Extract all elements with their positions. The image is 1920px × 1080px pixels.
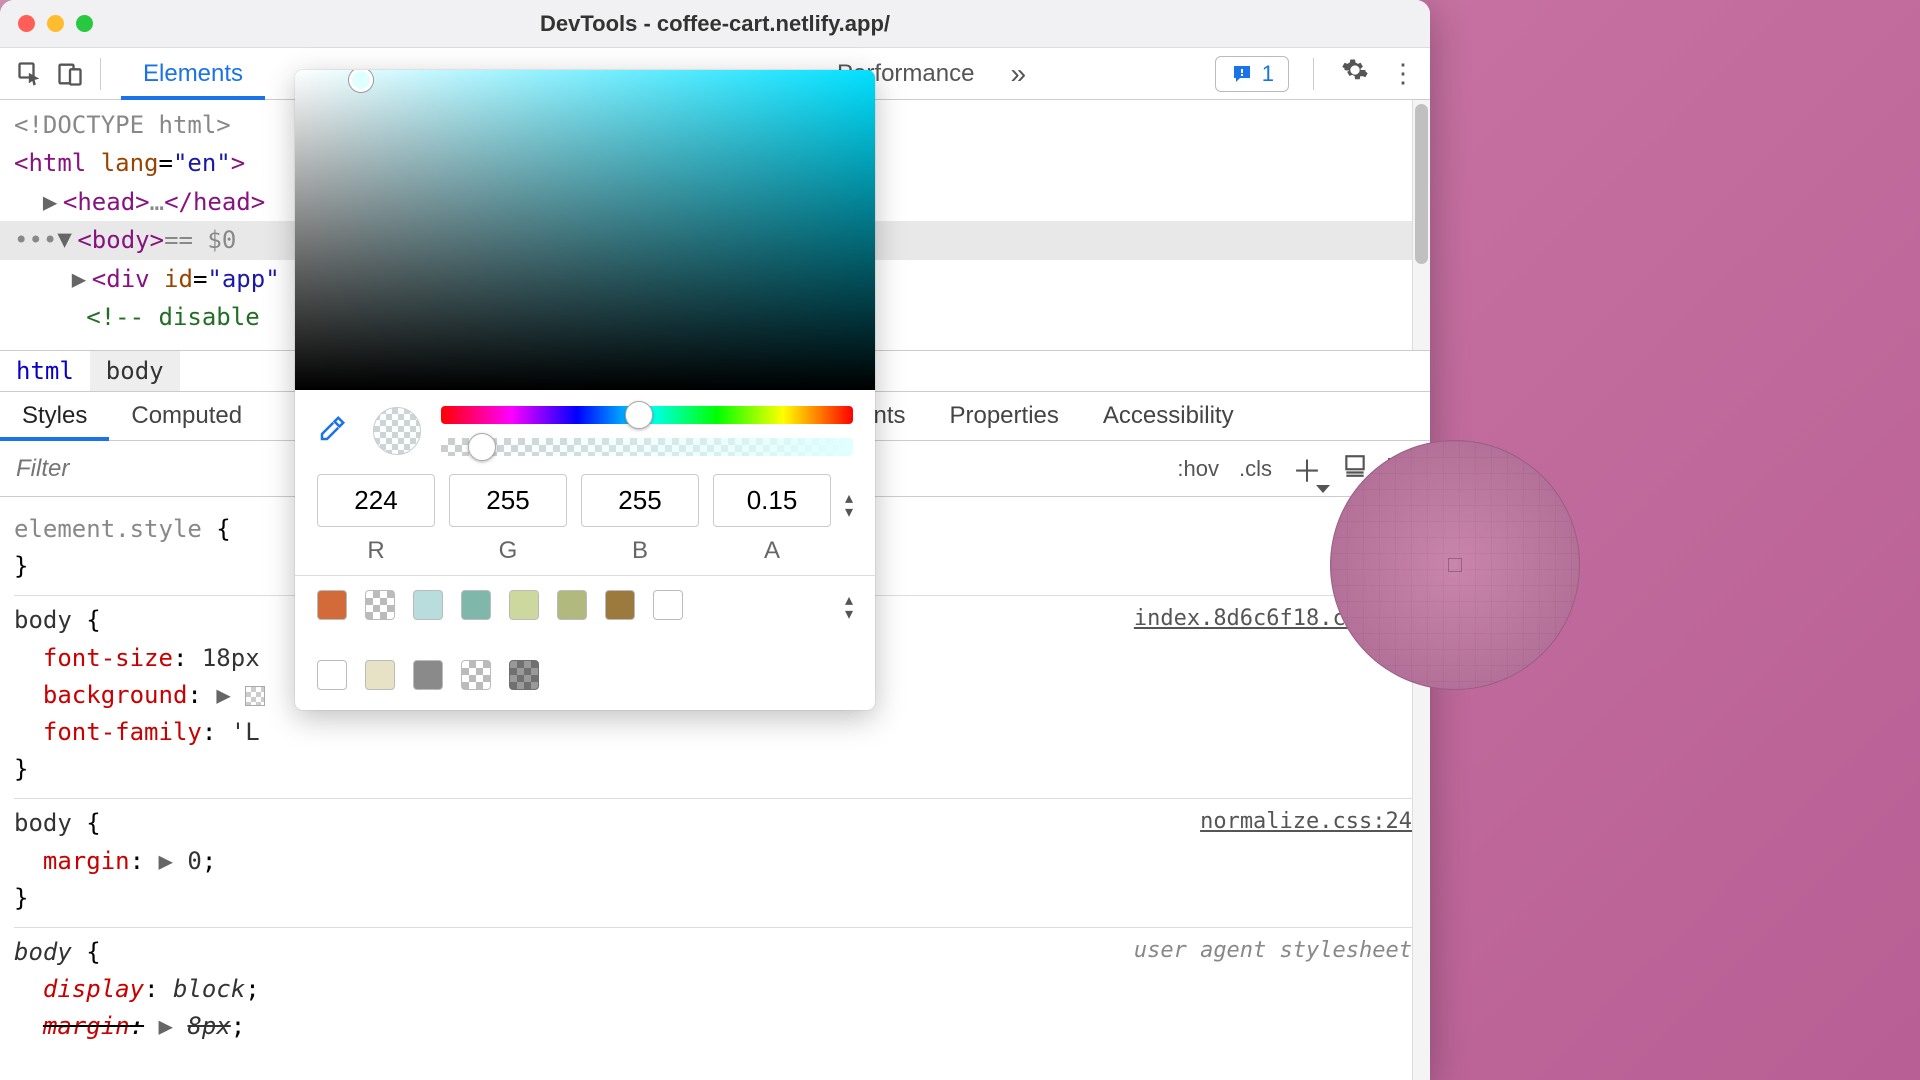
device-toolbar-icon[interactable] [50, 54, 90, 94]
g-label: G [449, 537, 567, 565]
window-controls [18, 15, 93, 32]
b-input[interactable] [581, 474, 699, 527]
swatch[interactable] [413, 590, 443, 620]
window-title: DevTools - coffee-cart.netlify.app/ [0, 11, 1430, 37]
swatch[interactable] [509, 660, 539, 690]
swatch[interactable] [317, 660, 347, 690]
swatch[interactable] [365, 590, 395, 620]
sv-handle[interactable] [349, 70, 373, 92]
more-options-icon[interactable]: ⋮ [1386, 58, 1420, 89]
cls-button[interactable]: .cls [1239, 456, 1272, 482]
source-link[interactable]: normalize.css:24 [1200, 805, 1412, 839]
rule-body-normalize[interactable]: normalize.css:24 body { margin: ▶ 0; } [14, 799, 1426, 928]
close-window-button[interactable] [18, 15, 35, 32]
more-tabs-button[interactable]: » [996, 48, 1040, 99]
swatch[interactable] [653, 590, 683, 620]
a-input[interactable] [713, 474, 831, 527]
r-input[interactable] [317, 474, 435, 527]
color-picker: R G B A ▴▾ [295, 70, 875, 710]
magnifier-crosshair [1448, 558, 1462, 572]
issues-button[interactable]: 1 [1215, 56, 1289, 92]
minimize-window-button[interactable] [47, 15, 64, 32]
toolbar-right: 1 ⋮ [1215, 56, 1420, 92]
swatch[interactable] [461, 590, 491, 620]
swatch[interactable] [557, 590, 587, 620]
alpha-slider[interactable] [441, 438, 853, 456]
g-input[interactable] [449, 474, 567, 527]
swatch[interactable] [365, 660, 395, 690]
breadcrumb-body[interactable]: body [90, 351, 180, 391]
b-label: B [581, 537, 699, 565]
color-mode-toggle[interactable]: ▴▾ [845, 474, 853, 522]
new-style-rule-button[interactable]: ＋ [1292, 447, 1322, 491]
separator [1313, 58, 1314, 90]
swatch[interactable] [509, 590, 539, 620]
swatch[interactable] [317, 590, 347, 620]
swatch[interactable] [461, 660, 491, 690]
a-label: A [713, 537, 831, 565]
eyedropper-icon[interactable] [317, 414, 353, 449]
settings-icon[interactable] [1338, 56, 1372, 91]
subtab-styles[interactable]: Styles [0, 392, 109, 440]
source-ua: user agent stylesheet [1134, 934, 1412, 968]
subtab-accessibility[interactable]: Accessibility [1081, 392, 1256, 440]
separator [100, 58, 101, 90]
color-preview-swatch [373, 407, 421, 455]
subtab-properties[interactable]: Properties [927, 392, 1080, 440]
inspect-element-icon[interactable] [10, 54, 50, 94]
maximize-window-button[interactable] [76, 15, 93, 32]
titlebar: DevTools - coffee-cart.netlify.app/ [0, 0, 1430, 48]
hue-handle[interactable] [625, 401, 653, 429]
dom-scrollbar[interactable] [1412, 100, 1430, 350]
tab-elements[interactable]: Elements [121, 48, 265, 99]
breadcrumb-html[interactable]: html [0, 351, 90, 391]
rule-body-ua[interactable]: user agent stylesheet body { display: bl… [14, 928, 1426, 1056]
color-swatch-icon[interactable] [245, 686, 265, 706]
palette-swatches: ▴▾ [295, 575, 875, 710]
swatch[interactable] [605, 590, 635, 620]
subtab-computed[interactable]: Computed [109, 392, 264, 440]
swatch[interactable] [413, 660, 443, 690]
eyedropper-magnifier[interactable] [1330, 440, 1580, 690]
hue-slider[interactable] [441, 406, 853, 424]
alpha-handle[interactable] [468, 433, 496, 461]
devtools-window: DevTools - coffee-cart.netlify.app/ Elem… [0, 0, 1430, 1080]
issues-count: 1 [1262, 61, 1274, 87]
r-label: R [317, 537, 435, 565]
hov-button[interactable]: :hov [1177, 456, 1219, 482]
palette-toggle[interactable]: ▴▾ [845, 590, 853, 624]
saturation-value-field[interactable] [295, 70, 875, 390]
issues-icon [1230, 62, 1254, 86]
